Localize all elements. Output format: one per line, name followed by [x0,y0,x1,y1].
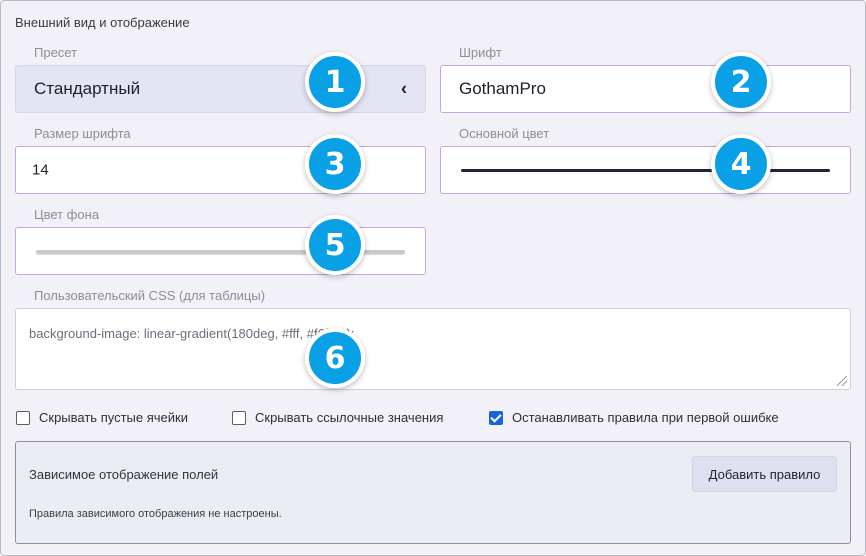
font-value: GothamPro [459,79,546,98]
callout-badge-4: 4 [711,134,771,194]
add-rule-button[interactable]: Добавить правило [692,456,837,492]
callout-badge-6: 6 [305,328,365,388]
preset-select[interactable]: Стандартный ‹ [15,65,426,113]
font-input[interactable]: GothamPro [440,65,851,113]
background-color-label: Цвет фона [34,207,100,222]
custom-css-textarea[interactable]: background-image: linear-gradient(180deg… [15,308,851,390]
primary-color-picker[interactable] [440,146,851,194]
font-size-value: 14 [32,161,49,179]
hide-empty-cells-checkbox[interactable]: Скрывать пустые ячейки [16,410,188,425]
checkbox-icon[interactable] [232,410,246,425]
stop-rules-on-error-label: Останавливать правила при первой ошибке [512,410,779,425]
custom-css-value: background-image: linear-gradient(180deg… [29,326,355,341]
conditional-display-title: Зависимое отображение полей [29,467,219,482]
hide-reference-values-checkbox[interactable]: Скрывать ссылочные значения [232,410,443,425]
stop-rules-on-error-checkbox[interactable]: Останавливать правила при первой ошибке [489,410,779,425]
font-label: Шрифт [459,45,502,60]
conditional-display-section: Зависимое отображение полей Добавить пра… [15,441,851,544]
callout-badge-5: 5 [305,215,365,275]
checkbox-icon[interactable] [16,410,30,425]
hide-reference-values-label: Скрывать ссылочные значения [255,410,444,425]
primary-color-swatch [461,169,830,172]
callout-badge-3: 3 [305,134,365,194]
checkbox-checked-icon[interactable] [489,410,503,425]
custom-css-label: Пользовательский CSS (для таблицы) [34,288,266,303]
chevron-left-icon: ‹ [401,78,407,99]
callout-badge-2: 2 [711,52,771,112]
section-title: Внешний вид и отображение [15,15,190,30]
primary-color-label: Основной цвет [459,126,550,141]
callout-badge-1: 1 [305,52,365,112]
preset-label: Пресет [34,45,78,60]
font-size-label: Размер шрифта [34,126,131,141]
appearance-panel: Внешний вид и отображение Пресет Стандар… [0,0,866,556]
resize-grip-icon[interactable] [837,376,847,386]
preset-value: Стандартный [34,79,141,98]
hide-empty-cells-label: Скрывать пустые ячейки [39,410,188,425]
rules-empty-message: Правила зависимого отображения не настро… [29,508,282,520]
